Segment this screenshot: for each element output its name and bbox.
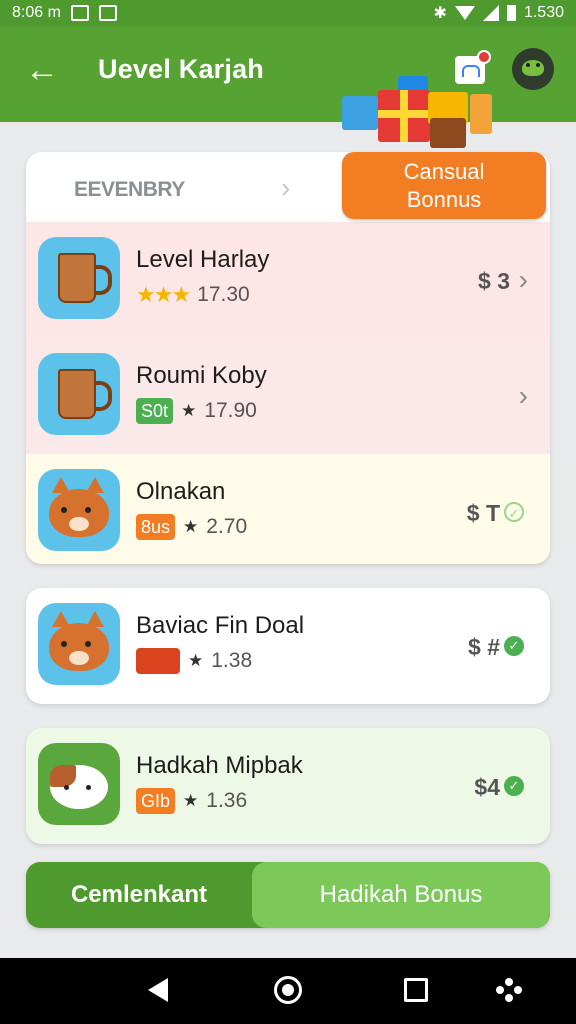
bluetooth-icon: ✱ [433,5,447,22]
wifi-icon [454,6,475,20]
rating-value: 2.70 [206,515,248,538]
rating-value: 1.38 [211,649,253,672]
nav-home-icon[interactable] [274,976,302,1004]
status-clock: 1.530 [523,4,564,21]
list-item-title: Baviac Fin Doal [136,612,305,639]
tag-badge: S0t [136,398,174,424]
badge-line-1: Cansual [403,159,485,184]
check-icon[interactable]: ✓ [504,502,524,522]
list-item[interactable]: Roumi Koby S0t ★ 17.90 › [26,338,550,454]
list-item-meta: S0t ★ 17.90 [136,398,257,424]
fox-icon [38,469,120,551]
notification-dot [477,50,491,64]
category-label: EEVENBRY [74,178,185,201]
gift-boxes-illustration [338,74,494,154]
price-label: $ T [466,500,500,526]
chevron-right-icon[interactable]: › [519,380,528,412]
page-title: Uevel Karjah [98,54,264,84]
rating-value: 17.90 [204,399,257,422]
check-circle-icon[interactable]: ✓ [504,776,524,796]
gift-icon [378,90,430,142]
tab-cemlenkant[interactable]: Cemlenkant [26,862,252,928]
star-rating-icon: ★★★ [136,282,191,307]
star-icon: ★ [183,517,199,536]
signal-icon [482,5,499,21]
badge-line-2: Bonnus [406,187,482,212]
avatar[interactable] [512,48,554,90]
price-label: $ 3 [478,268,510,294]
check-circle-icon[interactable]: ✓ [504,636,524,656]
tag-badge: GIb [136,788,176,814]
list-item-meta: ★★★ 17.30 [136,282,250,308]
gallery-icon [70,5,89,21]
system-nav-bar [0,958,576,1024]
star-icon: ★ [181,401,197,420]
segmented-tabs: Cemlenkant Hadikah Bonus [26,862,550,928]
gift-icon [342,96,378,130]
nav-assistant-icon[interactable] [496,978,522,1004]
chevron-right-icon: › [281,172,291,203]
price-label: $4 [474,774,500,800]
back-arrow-icon[interactable]: ← [22,50,62,90]
list-item-title: Level Harlay [136,246,270,273]
casual-bonus-badge[interactable]: Cansual Bonnus [342,152,546,219]
list-item-meta: ★ 1.38 [136,648,252,674]
rating-value: 17.30 [197,283,250,306]
star-icon: ★ [183,791,199,810]
list-item[interactable]: Level Harlay ★★★ 17.30 $ 3 › [26,222,550,338]
list-item-meta: 8us ★ 2.70 [136,514,247,540]
tag-badge: 8us [136,514,176,540]
list-item-title: Hadkah Mipbak [136,752,303,779]
fox-icon [38,603,120,685]
nav-back-icon[interactable] [148,978,168,1002]
status-bar: 8:06 m ✱ 1.530 [0,0,576,26]
battery-icon [506,5,516,21]
gift-icon [470,94,492,134]
status-time: 8:06 m [12,4,61,21]
dog-icon [38,743,120,825]
notification-icon [98,5,117,21]
chevron-right-icon[interactable]: › [519,264,528,296]
nav-recents-icon[interactable] [404,978,428,1002]
list-item-title: Olnakan [136,478,226,505]
tab-hadikah-bonus[interactable]: Hadikah Bonus [252,862,550,928]
list-item-title: Roumi Koby [136,362,267,389]
price-label: $ # [468,634,500,660]
star-icon: ★ [188,651,204,670]
mug-icon [38,353,120,435]
mug-icon [38,237,120,319]
rating-value: 1.36 [206,789,248,812]
list-card[interactable]: Hadkah Mipbak GIb ★ 1.36 $4 ✓ [26,728,550,844]
list-card[interactable]: Baviac Fin Doal ★ 1.38 $ # ✓ [26,588,550,704]
gift-icon [136,648,180,674]
list-item[interactable]: Olnakan 8us ★ 2.70 $ T ✓ [26,454,550,564]
gift-icon [430,118,466,148]
list-item-meta: GIb ★ 1.36 [136,788,247,814]
